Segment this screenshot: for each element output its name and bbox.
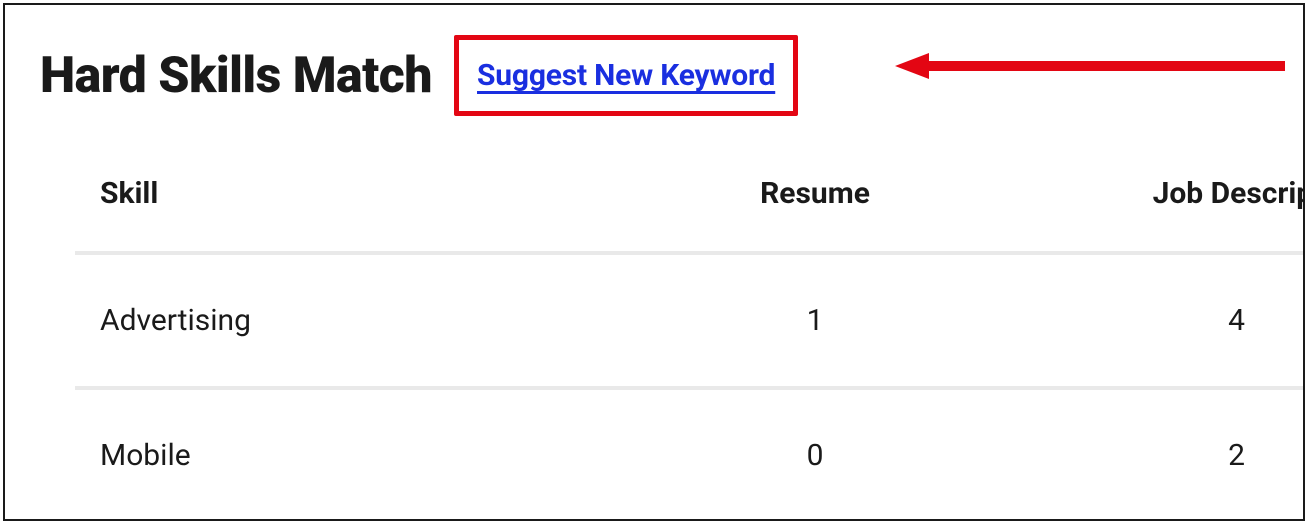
column-header-job-description: Job Description: [1010, 176, 1305, 211]
arrow-left-icon: [895, 51, 1285, 81]
column-header-resume: Resume: [620, 176, 1010, 211]
resume-cell: 1: [620, 303, 1010, 338]
column-header-skill: Skill: [100, 176, 620, 211]
job-description-cell: 4: [1010, 303, 1305, 338]
skill-cell: Advertising: [100, 303, 620, 338]
table-row: Advertising 1 4: [5, 255, 1303, 386]
skills-match-panel: Hard Skills Match Suggest New Keyword Sk…: [3, 3, 1305, 521]
page-title: Hard Skills Match: [40, 51, 432, 101]
resume-cell: 0: [620, 438, 1010, 473]
skills-table: Skill Resume Job Description Advertising…: [5, 176, 1303, 521]
table-row: Mobile 0 2: [5, 390, 1303, 521]
suggest-new-keyword-link[interactable]: Suggest New Keyword: [477, 58, 775, 93]
annotation-arrow: [895, 51, 1285, 81]
table-header-row: Skill Resume Job Description: [5, 176, 1303, 251]
skill-cell: Mobile: [100, 438, 620, 473]
job-description-cell: 2: [1010, 438, 1305, 473]
suggest-highlight-box: Suggest New Keyword: [454, 35, 798, 116]
